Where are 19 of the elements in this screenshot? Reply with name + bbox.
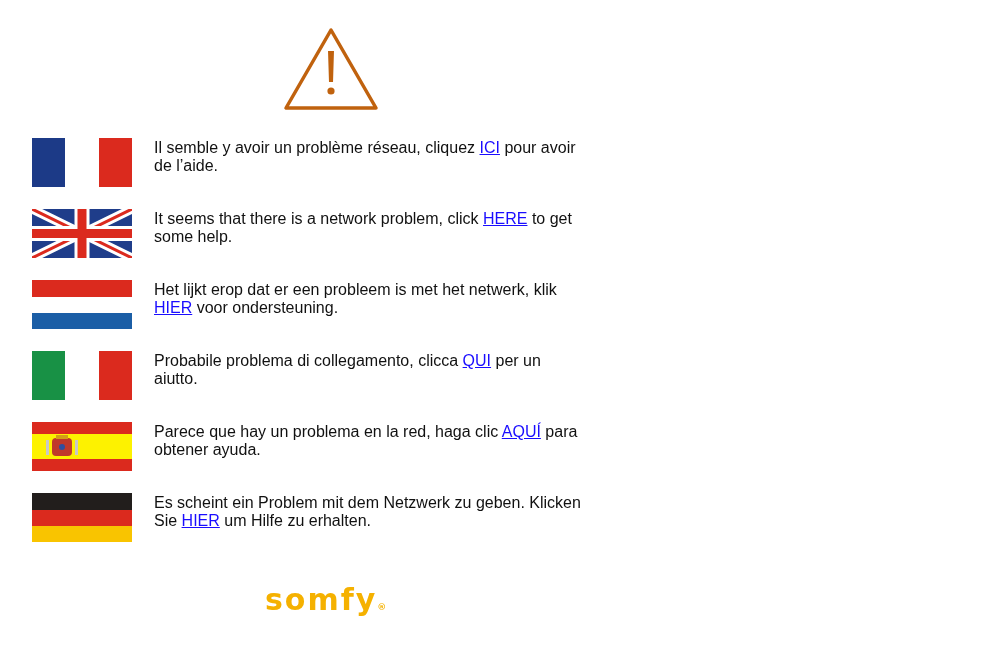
help-link[interactable]: HIER	[181, 512, 220, 529]
help-message: Het lijkt erop dat er een probleem is met het netwerk, klik HIER voor ondersteuning.	[154, 280, 558, 318]
help-link[interactable]: ICI	[479, 139, 500, 156]
help-message: Es scheint ein Problem mit dem Netzwerk zu geben. Klicken Sie HIER um Hilfe zu erhalten.	[154, 493, 582, 531]
help-link[interactable]: QUI	[462, 352, 492, 369]
help-link[interactable]: HERE	[483, 210, 528, 227]
flag-icon	[32, 138, 132, 187]
warning-icon	[283, 27, 379, 111]
help-link[interactable]: AQUÍ	[501, 423, 541, 440]
flag-icon	[32, 280, 132, 329]
help-message: It seems that there is a network problem, click HERE to get some help.	[154, 209, 573, 247]
help-message: Parece que hay un problema en la red, haga clic AQUÍ para obtener ayuda.	[154, 422, 579, 460]
flag-icon	[32, 351, 132, 400]
help-link[interactable]: HIER	[154, 299, 193, 316]
help-message: Probabile problema di collegamento, clicca QUI per un aiutto.	[154, 351, 542, 389]
flag-icon	[32, 422, 132, 471]
flag-icon	[32, 493, 132, 542]
flag-icon	[32, 209, 132, 258]
help-message: Il semble y avoir un problème réseau, cliquez ICI pour avoir de l’aide.	[154, 138, 577, 176]
